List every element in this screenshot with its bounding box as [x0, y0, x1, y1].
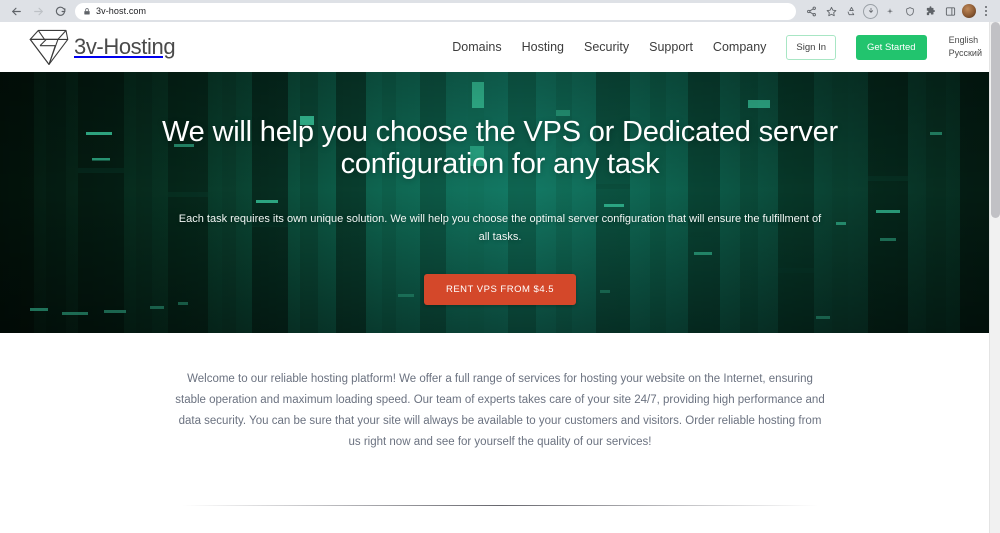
get-started-button[interactable]: Get Started — [856, 34, 927, 60]
site-logo[interactable]: 3v-Hosting — [26, 26, 176, 68]
sparkle-icon[interactable] — [882, 3, 898, 19]
nav-item-domains[interactable]: Domains — [452, 40, 501, 54]
hero-subtitle: Each task requires its own unique soluti… — [178, 212, 822, 244]
nav-item-security[interactable]: Security — [584, 40, 629, 54]
sign-in-button[interactable]: Sign In — [786, 34, 836, 60]
url-text: 3v-host.com — [96, 6, 147, 16]
section-divider — [182, 504, 818, 506]
forward-arrow-icon[interactable] — [28, 2, 48, 20]
three-dot-menu-icon[interactable] — [980, 6, 992, 16]
browser-actions — [803, 3, 994, 19]
scrollbar-thumb[interactable] — [991, 22, 1000, 218]
address-bar[interactable]: 3v-host.com — [75, 2, 796, 20]
extensions-puzzle-icon[interactable] — [922, 3, 938, 19]
hero-title: We will help you choose the VPS or Dedic… — [162, 116, 838, 181]
rent-vps-button[interactable]: RENT VPS FROM $4.5 — [423, 274, 577, 306]
intro-paragraph: Welcome to our reliable hosting platform… — [175, 373, 825, 448]
main-navigation: Domains Hosting Security Support Company… — [452, 34, 982, 60]
share-icon[interactable] — [803, 3, 819, 19]
language-switcher: English Русский — [949, 35, 982, 59]
side-panel-icon[interactable] — [942, 3, 958, 19]
lock-icon — [84, 7, 90, 14]
hero-content: We will help you choose the VPS or Dedic… — [0, 72, 1000, 333]
nav-item-company[interactable]: Company — [713, 40, 767, 54]
bookmark-star-icon[interactable] — [823, 3, 839, 19]
intro-section: Welcome to our reliable hosting platform… — [0, 333, 1000, 506]
back-arrow-icon[interactable] — [6, 2, 26, 20]
download-circle-icon[interactable] — [863, 3, 878, 19]
recycle-icon[interactable] — [843, 3, 859, 19]
language-option-russian[interactable]: Русский — [949, 48, 982, 60]
profile-avatar-icon[interactable] — [962, 4, 976, 18]
hero-section: We will help you choose the VPS or Dedic… — [0, 72, 1000, 333]
page-viewport: 3v-Hosting Domains Hosting Security Supp… — [0, 22, 1000, 533]
page-scrollbar[interactable] — [989, 22, 1000, 533]
shield-icon[interactable] — [902, 3, 918, 19]
site-header: 3v-Hosting Domains Hosting Security Supp… — [0, 22, 1000, 72]
browser-toolbar: 3v-host.com — [0, 0, 1000, 22]
nav-item-support[interactable]: Support — [649, 40, 693, 54]
reload-icon[interactable] — [50, 2, 70, 20]
diamond-gem-icon — [29, 29, 69, 65]
logo-text: 3v-Hosting — [74, 34, 176, 59]
language-option-english[interactable]: English — [949, 35, 982, 47]
nav-item-hosting[interactable]: Hosting — [522, 40, 564, 54]
